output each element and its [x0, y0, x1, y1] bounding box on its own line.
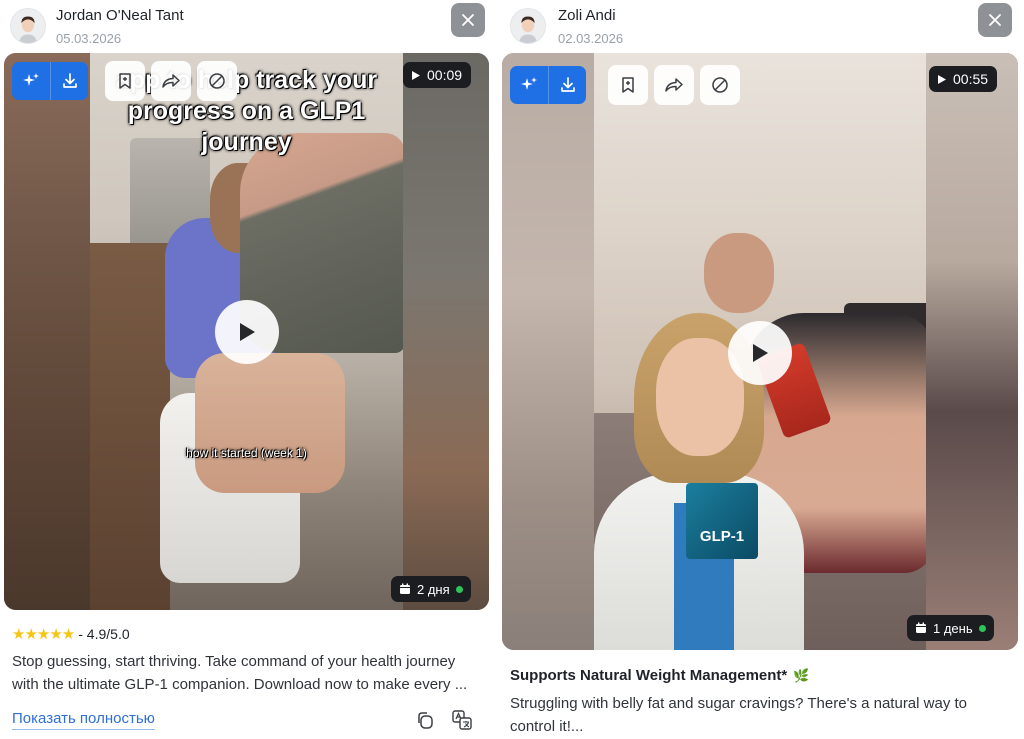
translate-icon [452, 710, 472, 730]
play-button[interactable] [728, 321, 792, 385]
card-header: Zoli Andi 02.03.2026 [500, 0, 1024, 52]
bookmark-button[interactable] [105, 61, 145, 101]
avatar[interactable] [510, 8, 546, 44]
post-date: 05.03.2026 [56, 31, 122, 46]
woman-background [704, 233, 774, 313]
legs [195, 353, 345, 493]
ai-analyze-button[interactable] [510, 66, 548, 104]
close-button[interactable] [978, 3, 1012, 37]
hide-button[interactable] [197, 61, 237, 101]
post-date: 02.03.2026 [558, 31, 624, 46]
bookmark-icon [119, 73, 131, 89]
blurred-backdrop-left [4, 53, 90, 610]
blurred-backdrop-left [502, 53, 594, 650]
video-caption: how it started (week 1) [186, 446, 307, 460]
download-icon [560, 77, 575, 92]
ad-card: Jordan O'Neal Tant 05.03.2026 app to hel… [0, 0, 498, 739]
duration-text: 00:09 [427, 67, 463, 83]
share-icon [665, 78, 683, 92]
blurred-backdrop-right [926, 53, 1018, 650]
copy-icon [418, 712, 433, 729]
leaf-emoji: 🌿 [793, 667, 810, 683]
bookmark-icon [622, 77, 634, 93]
sparkle-icon [521, 77, 537, 90]
age-text: 2 дня [417, 581, 450, 597]
avatar-icon [511, 9, 545, 43]
ad-description: Struggling with belly fat and sugar crav… [510, 695, 968, 735]
download-button[interactable] [50, 62, 88, 100]
author-name[interactable]: Jordan O'Neal Tant [56, 7, 184, 24]
age-badge: 2 дня [391, 576, 471, 602]
video-preview[interactable]: GLP-1 00:55 1 день [502, 53, 1018, 650]
card-header: Jordan O'Neal Tant 05.03.2026 [0, 0, 498, 52]
play-icon [240, 323, 255, 341]
age-badge: 1 день [907, 615, 994, 641]
hide-button[interactable] [700, 65, 740, 105]
duration-text: 00:55 [953, 71, 989, 87]
block-icon [712, 77, 728, 93]
avatar-icon [11, 9, 45, 43]
share-icon [162, 74, 180, 88]
copy-button[interactable] [414, 709, 436, 731]
play-button[interactable] [215, 300, 279, 364]
bookmark-button[interactable] [608, 65, 648, 105]
translate-button[interactable] [451, 709, 473, 731]
block-icon [209, 73, 225, 89]
ad-feed: Jordan O'Neal Tant 05.03.2026 app to hel… [0, 0, 1024, 739]
calendar-icon [400, 583, 410, 594]
video-preview[interactable]: app to help track your progress on a GLP… [4, 53, 489, 610]
ai-tools [510, 66, 586, 104]
share-button[interactable] [151, 61, 191, 101]
play-icon [753, 344, 768, 362]
author-name[interactable]: Zoli Andi [558, 7, 616, 24]
download-button[interactable] [548, 66, 586, 104]
rating: ★★★★★ - 4.9/5.0 [12, 625, 130, 643]
play-icon [938, 74, 946, 84]
ad-title: Supports Natural Weight Management* 🌿 [510, 667, 809, 684]
blurred-backdrop-right [403, 53, 489, 610]
ad-card: Zoli Andi 02.03.2026 GLP-1 00:55 1 день … [500, 0, 1024, 739]
download-icon [62, 73, 77, 88]
close-icon [989, 14, 1001, 26]
online-dot [978, 624, 986, 632]
duration-badge: 00:55 [929, 66, 998, 92]
ad-description: Stop guessing, start thriving. Take comm… [12, 653, 468, 693]
card-actions [105, 61, 243, 101]
online-dot [455, 585, 463, 593]
calendar-icon [916, 622, 926, 633]
rating-text: - 4.9/5.0 [78, 626, 130, 642]
share-button[interactable] [654, 65, 694, 105]
rating-stars: ★★★★★ [12, 626, 75, 643]
card-actions [608, 65, 746, 105]
show-more-link[interactable]: Показать полностью [12, 710, 155, 730]
product-label: GLP-1 [699, 528, 745, 545]
close-icon [462, 14, 474, 26]
avatar[interactable] [10, 8, 46, 44]
ad-title-text: Supports Natural Weight Management* [510, 667, 788, 684]
product-box: GLP-1 [686, 483, 758, 559]
sparkle-icon [23, 73, 39, 86]
close-button[interactable] [451, 3, 485, 37]
age-text: 1 день [933, 620, 973, 636]
ai-analyze-button[interactable] [12, 62, 50, 100]
play-icon [412, 70, 420, 80]
duration-badge: 00:09 [403, 62, 472, 88]
ai-tools [12, 62, 88, 100]
cabinet [90, 243, 170, 610]
